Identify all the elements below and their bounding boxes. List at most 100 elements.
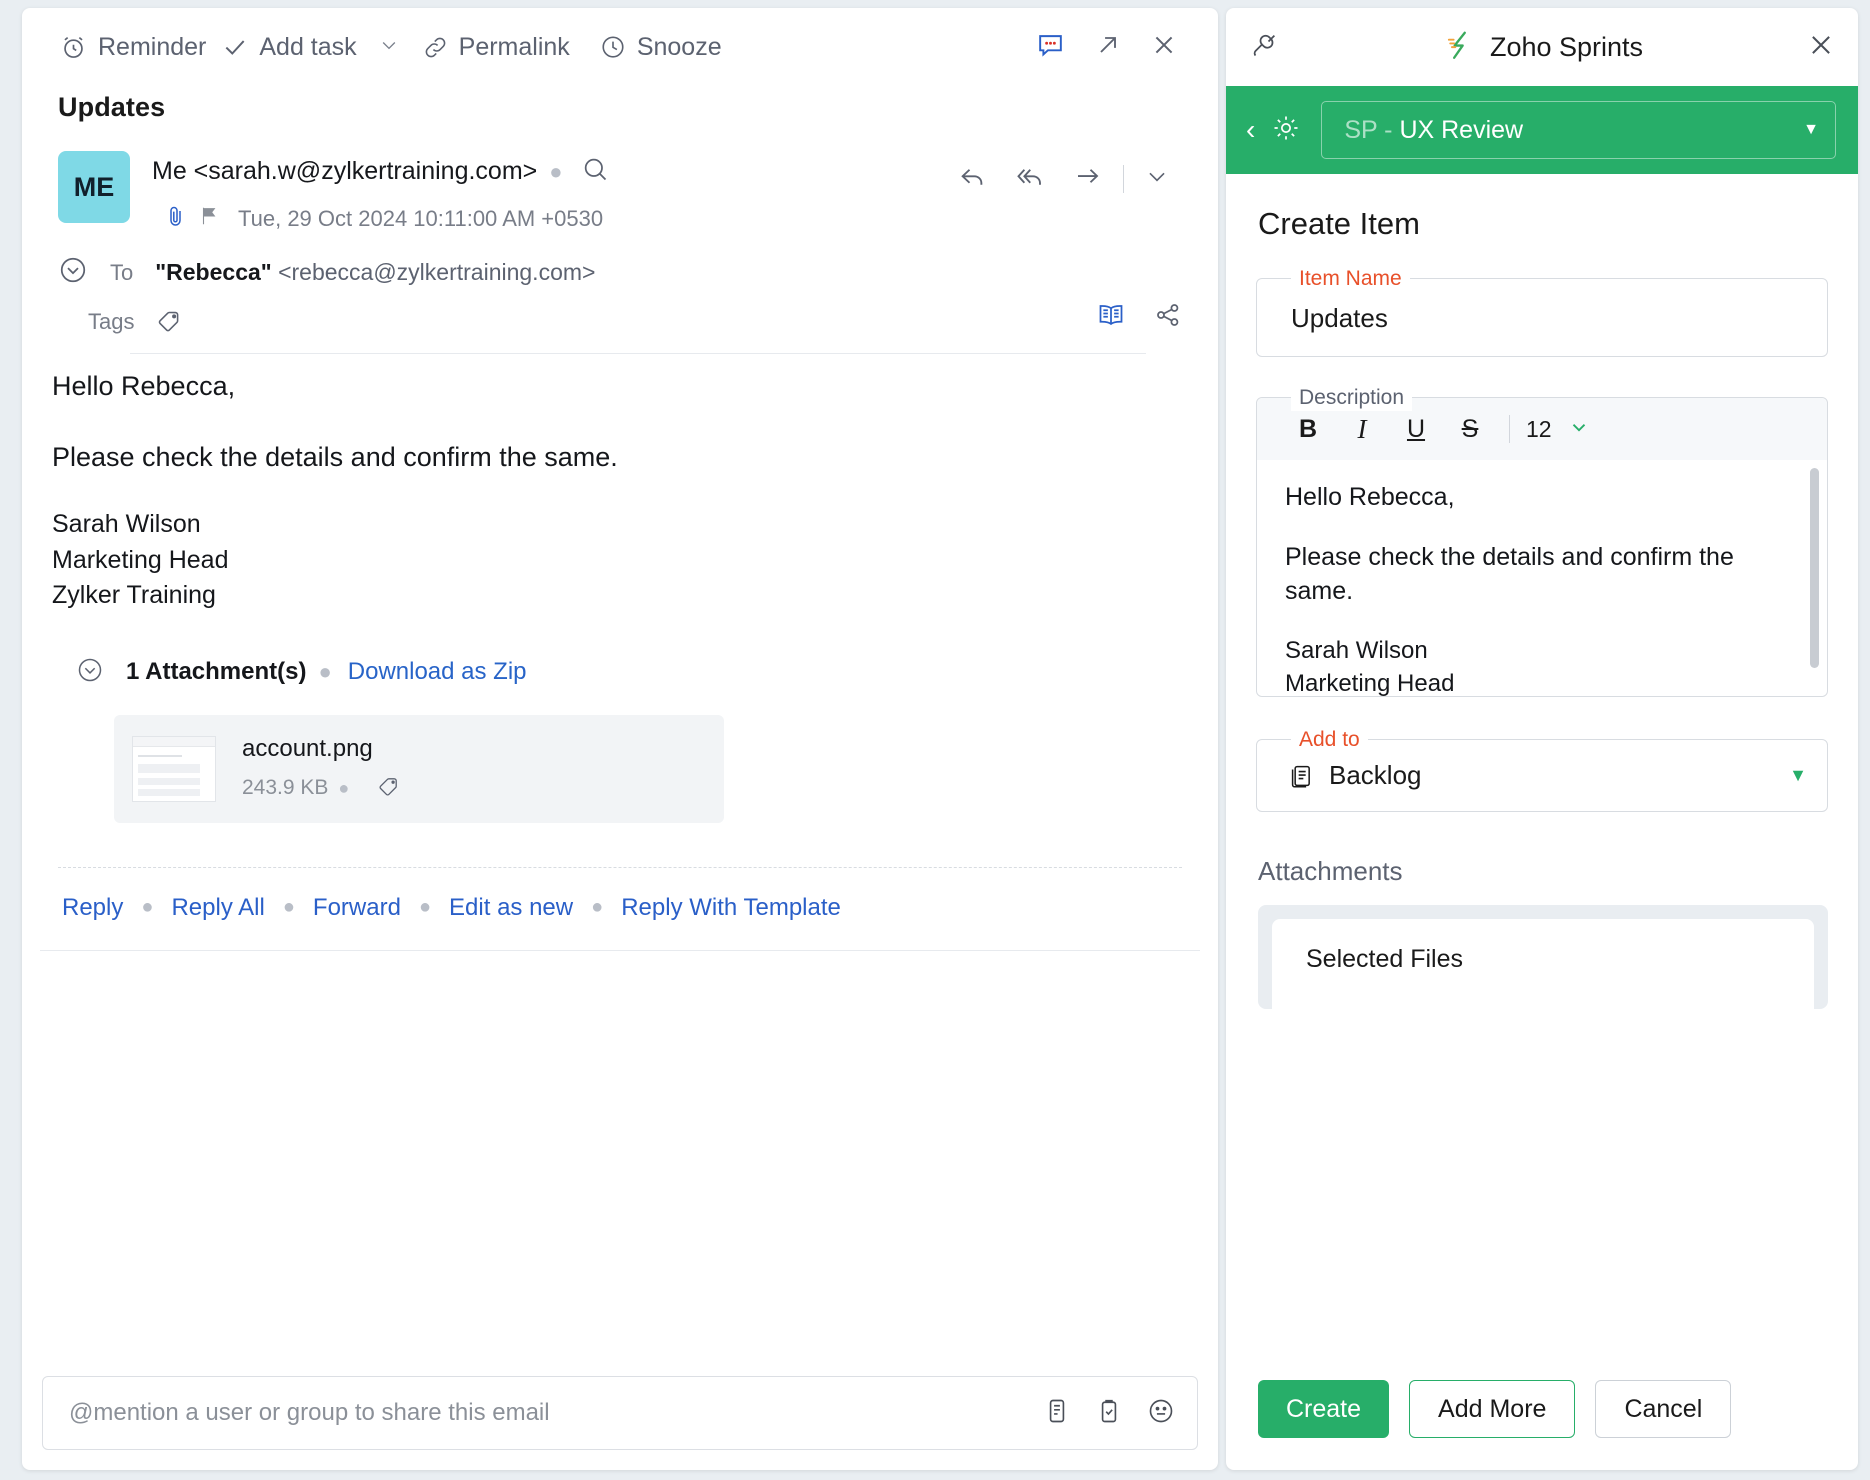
insert-note-button[interactable] <box>1043 1397 1071 1430</box>
description-line-1: Please check the details and confirm the… <box>1285 540 1793 608</box>
separator-dot: ● <box>401 896 449 919</box>
forward-arrow-icon <box>1073 161 1103 196</box>
page-title: Create Item <box>1256 174 1828 242</box>
separator-dot: ● <box>537 161 574 183</box>
description-editor[interactable]: Hello Rebecca, Please check the details … <box>1257 460 1827 696</box>
email-toolbar: Reminder Add task <box>22 8 1218 86</box>
description-label: Description <box>1291 385 1412 411</box>
attachment-filesize: 243.9 KB <box>242 776 328 800</box>
email-subject: Updates <box>22 86 1218 123</box>
sprints-title-group: Zoho Sprints <box>1280 28 1806 67</box>
project-select-value: SP - UX Review <box>1344 116 1803 145</box>
description-scrollbar[interactable] <box>1810 468 1819 668</box>
message-content: Hello Rebecca, Please check the details … <box>22 338 1218 614</box>
chevron-down-icon <box>379 35 399 60</box>
create-item-footer: Create Add More Cancel <box>1226 1380 1858 1470</box>
reply-links: Reply ● Reply All ● Forward ● Edit as ne… <box>22 868 1218 922</box>
reply-all-arrow-icon <box>1015 161 1045 196</box>
mention-input[interactable]: @mention a user or group to share this e… <box>42 1376 1198 1450</box>
create-button[interactable]: Create <box>1258 1380 1389 1438</box>
signature-name: Sarah Wilson <box>52 507 1182 543</box>
add-to-field[interactable]: Add to Backlog ▼ <box>1256 739 1828 812</box>
description-signature: Sarah Wilson Marketing Head Zylker Train… <box>1285 634 1793 696</box>
separator-dot: ● <box>123 896 171 919</box>
tags-row-actions <box>1096 300 1182 335</box>
insert-task-button[interactable] <box>1095 1397 1123 1430</box>
reply-all-button[interactable] <box>1003 155 1057 202</box>
attachment-thumbnail <box>132 736 216 802</box>
forward-link[interactable]: Forward <box>313 894 401 922</box>
font-size-value[interactable]: 12 <box>1522 416 1556 443</box>
backlog-icon <box>1287 762 1315 790</box>
read-receipt-button[interactable] <box>1096 300 1126 335</box>
reminder-label: Reminder <box>98 33 206 62</box>
edit-as-new-link[interactable]: Edit as new <box>449 894 573 922</box>
open-in-new-window-button[interactable] <box>1080 25 1136 70</box>
font-size-dropdown-button[interactable] <box>1568 416 1590 443</box>
snooze-button[interactable]: Snooze <box>598 27 736 68</box>
email-date: Tue, 29 Oct 2024 10:11:00 AM +0530 <box>238 206 603 232</box>
permalink-button[interactable]: Permalink <box>421 27 584 68</box>
signature-company: Zylker Training <box>52 578 1182 614</box>
project-name: UX Review <box>1399 116 1523 144</box>
item-name-field[interactable]: Item Name Updates <box>1256 278 1828 357</box>
add-more-button[interactable]: Add More <box>1409 1380 1575 1438</box>
comments-button[interactable] <box>1021 23 1080 71</box>
description-field: Description B I U S 12 <box>1256 397 1828 697</box>
alarm-clock-icon <box>60 34 87 61</box>
project-separator: - <box>1377 116 1399 144</box>
sprints-attachments-title: Attachments <box>1256 856 1828 887</box>
attachment-item[interactable]: account.png 243.9 KB ● <box>114 715 724 823</box>
project-select[interactable]: SP - UX Review ▼ <box>1321 101 1836 159</box>
reminder-button[interactable]: Reminder <box>58 27 220 68</box>
thumbnail-line <box>138 764 200 773</box>
chevron-down-circle-icon <box>76 656 104 689</box>
reply-link[interactable]: Reply <box>62 894 123 922</box>
selected-files-label: Selected Files <box>1306 945 1814 974</box>
sender-name: Me <sarah.w@zylkertraining.com> <box>152 157 537 186</box>
tags-label: Tags <box>88 309 134 335</box>
clock-icon <box>600 34 626 60</box>
attachment-tag-button[interactable] <box>377 773 401 802</box>
reply-all-link[interactable]: Reply All <box>171 894 264 922</box>
add-task-label: Add task <box>259 33 356 62</box>
download-as-zip-link[interactable]: Download as Zip <box>348 658 527 686</box>
description-signature-role: Marketing Head <box>1285 667 1793 696</box>
add-task-button[interactable]: Add task <box>220 27 370 68</box>
clipboard-check-icon <box>1095 1397 1123 1430</box>
separator-dot: ● <box>573 896 621 919</box>
to-value: "Rebecca" <rebecca@zylkertraining.com> <box>155 259 595 286</box>
tags-divider <box>130 353 1146 354</box>
toggle-attachments-button[interactable] <box>76 656 104 689</box>
attachment-count: 1 Attachment(s) <box>126 658 306 686</box>
reply-with-template-link[interactable]: Reply With Template <box>621 894 841 922</box>
add-task-dropdown-button[interactable] <box>371 29 407 66</box>
comment-bubble-icon <box>1035 29 1066 65</box>
recipient-name: "Rebecca" <box>155 259 271 285</box>
attachments-dropzone[interactable]: Selected Files <box>1258 905 1828 1009</box>
reply-arrow-icon <box>957 161 987 196</box>
to-label: To <box>110 260 133 286</box>
bold-button[interactable]: B <box>1281 407 1335 451</box>
forward-button[interactable] <box>1061 155 1115 202</box>
integrations-button[interactable] <box>1250 30 1280 65</box>
message-signature: Sarah Wilson Marketing Head Zylker Train… <box>52 507 1182 614</box>
share-button[interactable] <box>1154 301 1182 334</box>
add-tag-button[interactable] <box>156 306 183 338</box>
cancel-button[interactable]: Cancel <box>1595 1380 1731 1438</box>
underline-button[interactable]: U <box>1389 407 1443 451</box>
close-icon <box>1150 31 1178 64</box>
insert-emoji-button[interactable] <box>1147 1397 1175 1430</box>
strikethrough-button[interactable]: S <box>1443 407 1497 451</box>
project-settings-button[interactable] <box>1271 113 1301 148</box>
separator-dot: ● <box>328 779 359 797</box>
more-actions-button[interactable] <box>1132 157 1182 200</box>
search-sender-button[interactable] <box>575 153 615 190</box>
close-email-button[interactable] <box>1136 25 1192 70</box>
italic-button[interactable]: I <box>1335 407 1389 451</box>
thumbnail-line <box>138 789 200 796</box>
reply-button[interactable] <box>945 155 999 202</box>
close-sprints-panel-button[interactable] <box>1806 30 1836 65</box>
back-button[interactable]: ‹ <box>1242 116 1259 144</box>
expand-details-button[interactable] <box>58 255 88 290</box>
